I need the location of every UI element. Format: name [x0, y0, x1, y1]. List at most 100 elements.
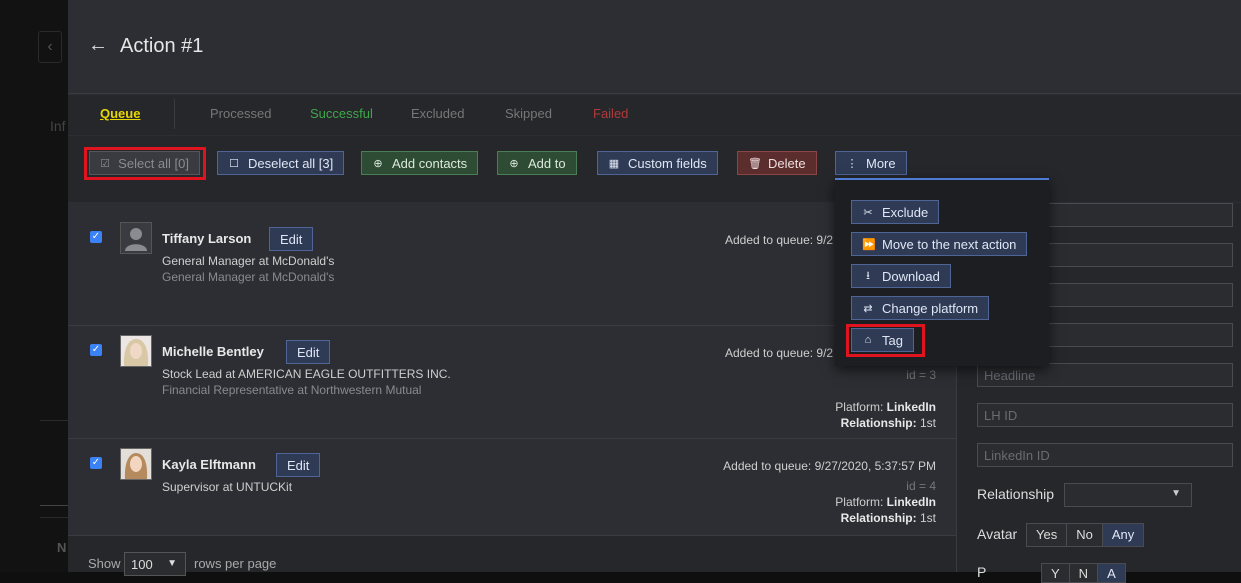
list-item: ✓ Kayla Elftmann Edit Supervisor at UNTU…: [68, 439, 956, 536]
rows-per-page-select[interactable]: 100 ▼: [124, 552, 186, 576]
avatar-any-option[interactable]: Any: [1102, 524, 1144, 546]
divider: [40, 517, 68, 518]
platform-info: Platform: LinkedIn: [835, 400, 936, 414]
select-all-label: Select all [0]: [118, 155, 189, 171]
action-panel: ← Action #1 Queue Processed Successful E…: [68, 0, 1241, 583]
edit-button[interactable]: Edit: [269, 227, 314, 251]
partial-toggle: Y N A: [1041, 563, 1126, 583]
tag-icon: ⌂: [864, 334, 872, 346]
add-to-button[interactable]: ⊕ Add to: [497, 151, 577, 175]
fast-forward-icon: ⏩: [862, 238, 876, 251]
checkbox-checked-icon: ☑: [100, 157, 111, 170]
headline-input[interactable]: Headline: [977, 363, 1233, 387]
relationship-info: Relationship: 1st: [841, 511, 936, 525]
chevron-left-icon: ‹: [47, 38, 53, 55]
download-label: Download: [882, 268, 940, 284]
caret-down-icon: ▼: [167, 558, 177, 569]
row-checkbox[interactable]: ✓: [90, 344, 102, 356]
tab-failed[interactable]: Failed: [593, 106, 628, 121]
tab-skipped[interactable]: Skipped: [505, 106, 552, 121]
avatar: [120, 448, 152, 480]
tag-label: Tag: [882, 332, 903, 348]
tab-excluded[interactable]: Excluded: [411, 106, 464, 121]
exclude-label: Exclude: [882, 204, 929, 220]
lh-id-input[interactable]: LH ID: [977, 403, 1233, 427]
pagination-footer: Show 100 ▼ rows per page: [68, 536, 956, 576]
list-item: ✓ Tiffany Larson Edit General Manager at…: [68, 203, 956, 326]
more-button[interactable]: ⋮ More: [835, 151, 907, 175]
change-platform-menu-item[interactable]: ⇄ Change platform: [851, 296, 990, 320]
contact-id: id = 3: [906, 368, 936, 382]
rows-per-page-label: rows per page: [194, 556, 277, 571]
caret-down-icon: ▼: [1171, 488, 1181, 499]
move-next-label: Move to the next action: [882, 236, 1017, 252]
added-to-queue: Added to queue: 9/2: [725, 233, 834, 247]
edit-button[interactable]: Edit: [286, 340, 331, 364]
partial-yes-option[interactable]: Y: [1042, 564, 1070, 582]
swap-icon: ⇄: [863, 302, 873, 315]
relationship-select[interactable]: ▼: [1064, 483, 1192, 507]
row-checkbox[interactable]: ✓: [90, 231, 102, 243]
contact-name[interactable]: Tiffany Larson: [162, 231, 251, 246]
show-label: Show: [88, 556, 121, 571]
add-to-label: Add to: [528, 155, 566, 171]
tab-processed[interactable]: Processed: [210, 106, 271, 121]
partial-any-option[interactable]: A: [1098, 564, 1125, 582]
page-title: Action #1: [120, 35, 204, 57]
deselect-all-label: Deselect all [3]: [248, 155, 334, 171]
avatar-toggle: Yes No Any: [1026, 523, 1145, 547]
download-menu-item[interactable]: ⭳ Download: [851, 264, 951, 288]
background-n-text: N: [57, 540, 67, 555]
avatar-no-option[interactable]: No: [1067, 524, 1103, 546]
edit-button[interactable]: Edit: [276, 453, 321, 477]
select-all-button[interactable]: ☑ Select all [0]: [89, 151, 200, 175]
row-checkbox[interactable]: ✓: [90, 457, 102, 469]
add-contacts-button[interactable]: ⊕ Add contacts: [361, 151, 479, 175]
download-icon: ⭳: [866, 269, 870, 282]
avatar-filter-label: Avatar: [977, 526, 1018, 542]
contact-id: id = 4: [906, 479, 936, 493]
relationship-value: 1st: [919, 511, 936, 525]
back-arrow-icon[interactable]: ←: [88, 34, 108, 57]
user-photo: [121, 449, 151, 479]
deselect-all-button[interactable]: ☐ Deselect all [3]: [217, 151, 345, 175]
partial-filter-label: P: [977, 564, 987, 580]
platform-label: Platform:: [835, 495, 884, 509]
user-placeholder-icon: [125, 228, 147, 251]
partial-no-option[interactable]: N: [1069, 564, 1099, 582]
more-dropdown-menu: ✂ Exclude ⏩ Move to the next action ⭳ Do…: [835, 178, 1049, 366]
more-vertical-icon: ⋮: [846, 157, 858, 170]
collapse-button[interactable]: ‹: [38, 31, 62, 63]
custom-fields-button[interactable]: ▦ Custom fields: [597, 151, 718, 175]
user-photo: [121, 336, 151, 366]
status-tabs: Queue Processed Successful Excluded Skip…: [68, 95, 1241, 135]
tag-menu-item[interactable]: ⌂ Tag: [851, 328, 914, 352]
tab-queue[interactable]: Queue: [100, 106, 140, 121]
background-sidebar: ‹ Inf N: [0, 0, 68, 572]
exclude-menu-item[interactable]: ✂ Exclude: [851, 200, 940, 224]
change-platform-label: Change platform: [882, 300, 979, 316]
trash-icon: 🗑: [748, 157, 762, 170]
linkedin-id-input[interactable]: LinkedIn ID: [977, 443, 1233, 467]
add-contacts-label: Add contacts: [392, 155, 468, 171]
added-to-queue: Added to queue: 9/27/2020, 5:37:57 PM: [723, 459, 936, 473]
plus-circle-icon: ⊕: [373, 157, 383, 170]
panel-header: ← Action #1: [68, 0, 1241, 94]
contact-name[interactable]: Michelle Bentley: [162, 344, 264, 359]
contact-position: Financial Representative at Northwestern…: [162, 383, 422, 397]
relationship-label: Relationship:: [840, 416, 917, 430]
background-info-text: Inf: [50, 118, 66, 134]
tab-successful[interactable]: Successful: [310, 106, 373, 121]
relationship-filter-label: Relationship: [977, 486, 1055, 502]
relationship-value: 1st: [919, 416, 936, 430]
avatar: [120, 335, 152, 367]
platform-info: Platform: LinkedIn: [835, 495, 936, 509]
delete-button[interactable]: 🗑 Delete: [737, 151, 817, 175]
platform-label: Platform:: [835, 400, 884, 414]
delete-label: Delete: [768, 155, 806, 171]
avatar-yes-option[interactable]: Yes: [1027, 524, 1068, 546]
contact-headline: Stock Lead at AMERICAN EAGLE OUTFITTERS …: [162, 367, 451, 381]
contact-name[interactable]: Kayla Elftmann: [162, 457, 256, 472]
move-next-menu-item[interactable]: ⏩ Move to the next action: [851, 232, 1028, 256]
divider: [40, 505, 68, 506]
